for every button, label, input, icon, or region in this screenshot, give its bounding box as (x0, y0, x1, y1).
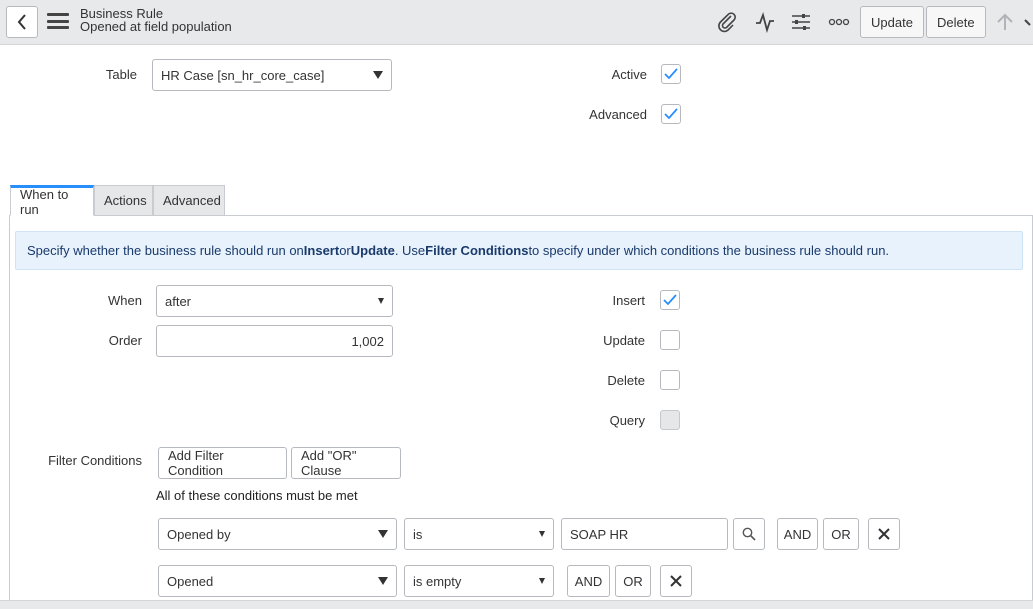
delete-condition-button[interactable] (868, 518, 900, 550)
update-button[interactable]: Update (860, 6, 924, 38)
advanced-label: Advanced (589, 107, 647, 122)
table-select[interactable]: HR Case [sn_hr_core_case] (152, 59, 392, 91)
search-icon (742, 527, 756, 541)
lookup-button[interactable] (733, 518, 765, 550)
query-checkbox[interactable] (660, 410, 680, 430)
table-select-value: HR Case [sn_hr_core_case] (161, 67, 325, 83)
menu-icon[interactable] (47, 11, 69, 31)
horizontal-scrollbar[interactable] (0, 600, 1033, 609)
advanced-checkbox[interactable] (661, 104, 681, 124)
close-icon (670, 575, 682, 587)
arrow-up-icon[interactable] (992, 10, 1018, 34)
record-name-subtitle: Opened at field population (80, 19, 232, 34)
condition-value-input[interactable]: SOAP HR (561, 518, 728, 550)
or-button[interactable]: OR (615, 565, 651, 597)
checkmark-icon (663, 294, 677, 306)
condition-operator-value: is (413, 526, 423, 542)
tab-when-to-run[interactable]: When to run (10, 185, 94, 217)
back-button[interactable] (6, 6, 38, 38)
active-checkbox[interactable] (661, 64, 681, 84)
dropdown-caret-icon (539, 531, 545, 537)
info-text: or (339, 243, 351, 258)
condition-operator-select[interactable]: is empty (404, 565, 554, 597)
delete-button[interactable]: Delete (926, 6, 986, 38)
arrow-down-icon[interactable] (1022, 10, 1033, 34)
info-insert-keyword: Insert (303, 243, 340, 258)
info-text: Specify whether the business rule should… (27, 243, 304, 258)
delete-checkbox[interactable] (660, 370, 680, 390)
filter-conditions-label: Filter Conditions (48, 453, 142, 468)
condition-operator-value: is empty (413, 573, 462, 589)
condition-field-value: Opened (167, 573, 214, 589)
tab-advanced[interactable]: Advanced (153, 185, 225, 216)
info-update-keyword: Update (350, 243, 395, 258)
info-message: Specify whether the business rule should… (15, 231, 1023, 270)
condition-operator-select[interactable]: is (404, 518, 554, 550)
when-select[interactable]: after (156, 285, 393, 317)
order-label: Order (108, 333, 142, 348)
delete-condition-button[interactable] (660, 565, 692, 597)
close-icon (878, 528, 890, 540)
table-label: Table (105, 67, 137, 82)
conditions-met-text: All of these conditions must be met (156, 488, 358, 503)
and-button[interactable]: AND (777, 518, 818, 550)
dropdown-caret-icon (378, 530, 388, 538)
condition-field-value: Opened by (167, 526, 231, 542)
add-or-clause-button[interactable]: Add "OR" Clause (291, 447, 401, 479)
update-label: Update (603, 333, 645, 348)
tab-actions[interactable]: Actions (94, 185, 153, 216)
order-input[interactable]: 1,002 (156, 325, 393, 357)
info-text: . Use (394, 243, 426, 258)
when-select-value: after (165, 293, 192, 309)
dropdown-caret-icon (378, 298, 384, 304)
active-label: Active (611, 67, 647, 82)
info-filter-keyword: Filter Conditions (425, 243, 529, 258)
chevron-left-icon (17, 14, 26, 30)
insert-label: Insert (612, 293, 645, 308)
add-filter-condition-button[interactable]: Add Filter Condition (158, 447, 287, 479)
and-button[interactable]: AND (567, 565, 610, 597)
delete-label: Delete (607, 373, 645, 388)
more-options-icon[interactable] (826, 10, 852, 34)
settings-sliders-icon[interactable] (788, 10, 814, 34)
condition-field-select[interactable]: Opened by (158, 518, 397, 550)
condition-field-select[interactable]: Opened (158, 565, 397, 597)
query-label: Query (609, 413, 645, 428)
when-label: When (108, 293, 142, 308)
or-button[interactable]: OR (823, 518, 859, 550)
dropdown-caret-icon (378, 577, 388, 585)
paperclip-icon[interactable] (714, 10, 740, 34)
form-header: Business Rule Opened at field population… (0, 0, 1033, 45)
info-text: to specify under which conditions the bu… (528, 243, 890, 258)
activity-icon[interactable] (752, 10, 778, 34)
dropdown-caret-icon (373, 71, 383, 79)
insert-checkbox[interactable] (660, 290, 680, 310)
checkmark-icon (664, 68, 678, 80)
checkmark-icon (664, 108, 678, 120)
update-checkbox[interactable] (660, 330, 680, 350)
dropdown-caret-icon (539, 578, 545, 584)
